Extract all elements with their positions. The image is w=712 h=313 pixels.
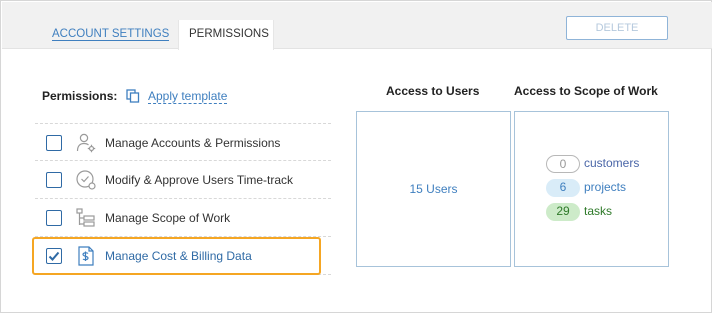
checkbox[interactable]: [46, 210, 62, 226]
tab-bar: ACCOUNT SETTINGS PERMISSIONS DELETE: [2, 2, 712, 50]
user-gear-icon: [75, 132, 97, 154]
apply-template-link[interactable]: Apply template: [126, 88, 228, 104]
access-users-header: Access to Users: [386, 84, 480, 98]
permission-row-approve-time-track[interactable]: Modify & Approve Users Time-track: [35, 161, 331, 199]
customers-count-badge: 0: [546, 155, 580, 173]
access-scope-header: Access to Scope of Work: [514, 84, 658, 98]
delete-button[interactable]: DELETE: [566, 16, 668, 40]
permission-label: Manage Scope of Work: [105, 211, 231, 225]
permissions-label: Permissions:: [42, 89, 118, 103]
projects-label: projects: [584, 180, 627, 194]
checkbox[interactable]: [46, 135, 62, 151]
users-count-link[interactable]: 15 Users: [357, 182, 510, 196]
checkmark-icon: [48, 251, 60, 261]
dollar-document-icon: [75, 245, 97, 267]
checkbox[interactable]: [46, 172, 62, 188]
access-scope-box[interactable]: 0 customers 6 projects 29 tasks: [514, 111, 669, 267]
tasks-count-badge: 29: [546, 203, 580, 221]
permission-row-manage-accounts[interactable]: Manage Accounts & Permissions: [35, 123, 331, 161]
permission-label: Manage Accounts & Permissions: [105, 136, 281, 150]
settings-panel: ACCOUNT SETTINGS PERMISSIONS DELETE Perm…: [0, 0, 712, 313]
permission-row-cost-billing[interactable]: Manage Cost & Billing Data: [35, 237, 331, 275]
clock-check-icon: [75, 169, 97, 191]
customers-label: customers: [584, 156, 640, 170]
tab-permissions-label: PERMISSIONS: [189, 28, 269, 40]
projects-count-badge: 6: [546, 179, 580, 197]
permission-list: Manage Accounts & Permissions Modify & A…: [35, 123, 331, 275]
permission-label: Manage Cost & Billing Data: [105, 249, 252, 263]
tab-account-settings[interactable]: ACCOUNT SETTINGS: [42, 20, 179, 50]
checkbox-checked[interactable]: [46, 248, 62, 264]
copy-icon: [126, 89, 140, 103]
tree-icon: [75, 207, 97, 229]
tab-account-settings-label: ACCOUNT SETTINGS: [52, 28, 170, 41]
tab-permissions[interactable]: PERMISSIONS: [178, 20, 274, 50]
tasks-label: tasks: [584, 204, 613, 218]
permission-row-scope-of-work[interactable]: Manage Scope of Work: [35, 199, 331, 237]
permission-label: Modify & Approve Users Time-track: [105, 173, 294, 187]
access-users-box[interactable]: 15 Users: [356, 111, 511, 267]
permissions-header: Permissions: Apply template: [42, 88, 228, 104]
apply-template-label: Apply template: [148, 89, 228, 104]
